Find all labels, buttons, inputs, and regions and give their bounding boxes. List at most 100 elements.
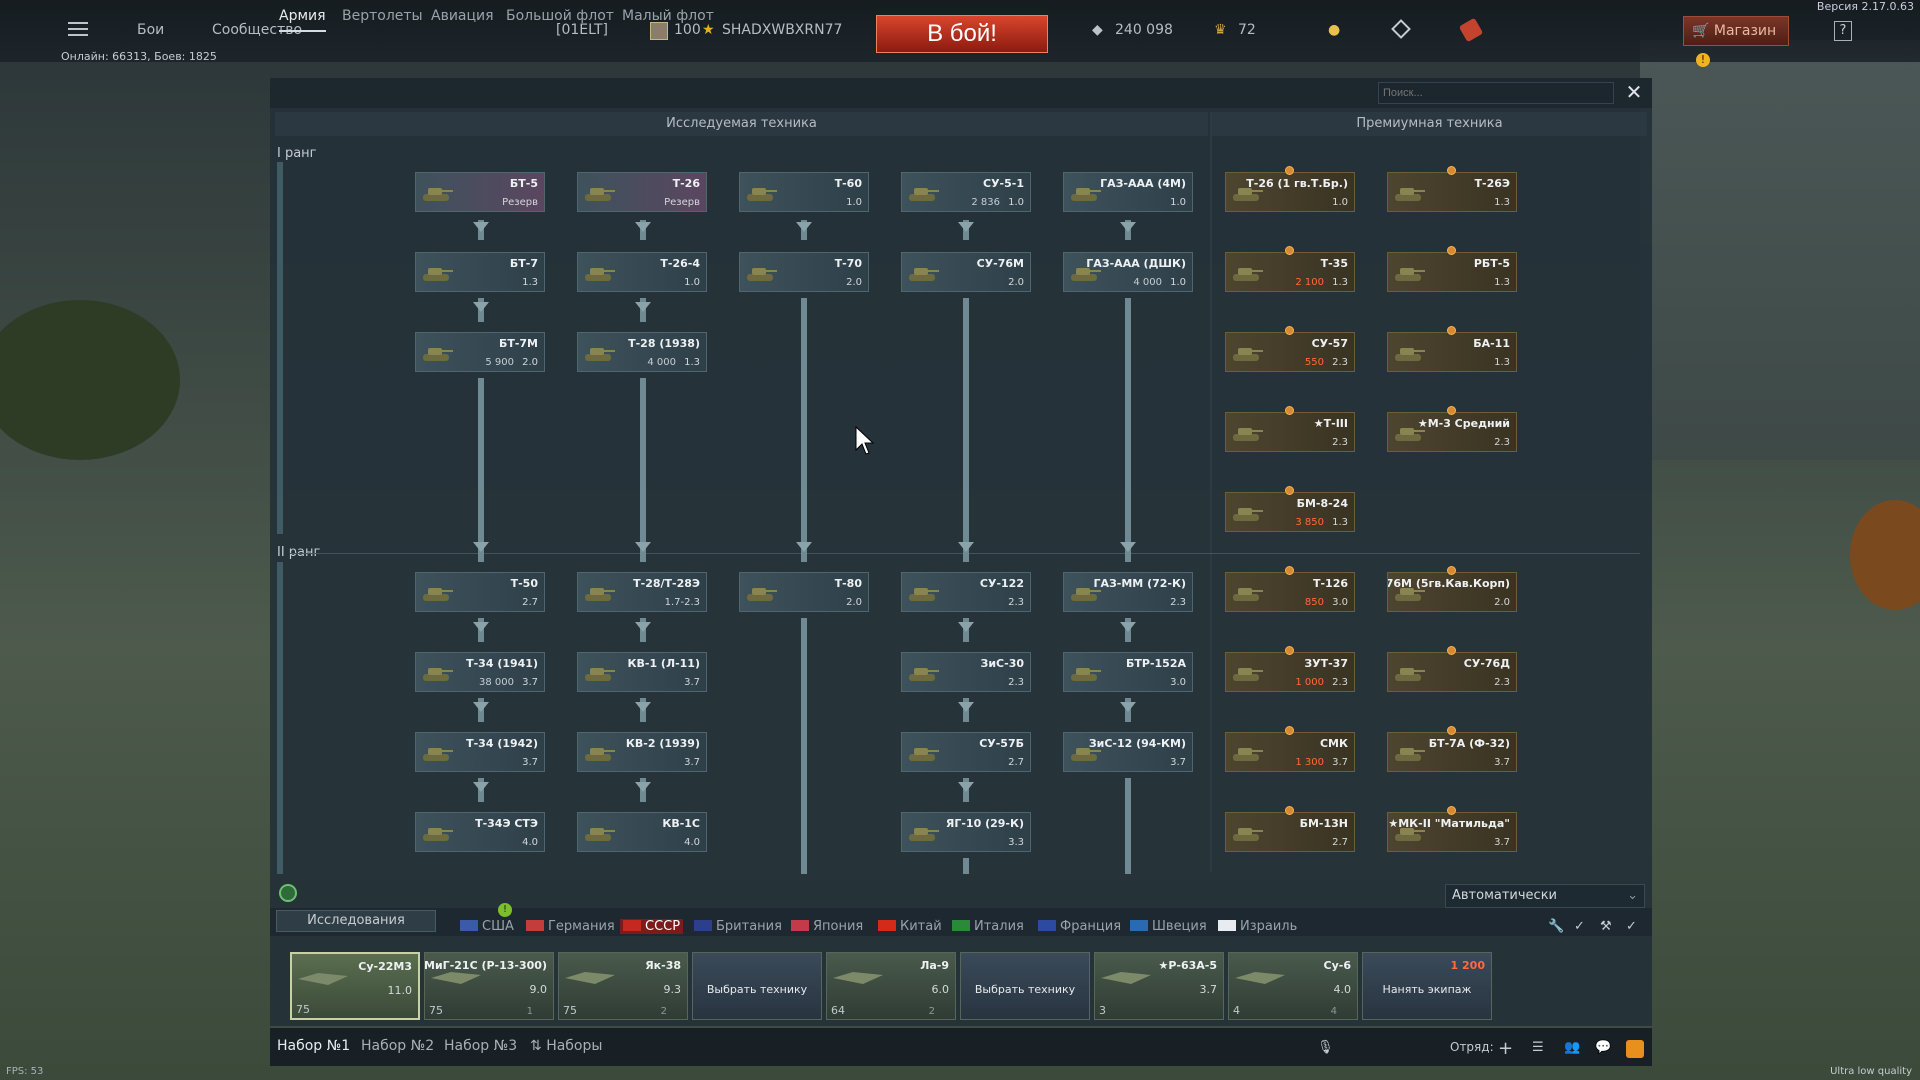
battles-menu[interactable]: Бои: [137, 22, 164, 38]
friends-icon[interactable]: 👥: [1564, 1040, 1582, 1058]
crew-slot[interactable]: Су-6 4.0 4 4: [1228, 952, 1358, 1020]
crew-action-slot[interactable]: Выбрать технику: [960, 952, 1090, 1020]
tab-aviation[interactable]: Авиация: [431, 8, 494, 24]
vehicle-card[interactable]: СУ-76М 2.0: [901, 252, 1031, 292]
vehicle-card[interactable]: БТ-7М 5 900 2.0: [415, 332, 545, 372]
mail-icon[interactable]: [1626, 1040, 1644, 1058]
vehicle-card[interactable]: Т-26 Резерв: [577, 172, 707, 212]
crew-slot[interactable]: Ла-9 6.0 64 2: [826, 952, 956, 1020]
vehicle-card[interactable]: ЯГ-10 (29-К) 3.3: [901, 812, 1031, 852]
vehicle-card[interactable]: Т-50 2.7: [415, 572, 545, 612]
gold-balance[interactable]: 72: [1238, 22, 1256, 38]
shield-icon[interactable]: [279, 884, 297, 902]
wrench-icon[interactable]: 🔧: [1548, 919, 1566, 937]
clan-tag[interactable]: [01ELT]: [556, 22, 608, 38]
premium-vehicle-card[interactable]: ЗУТ-37 1 000 2.3: [1225, 652, 1355, 692]
premium-vehicle-card[interactable]: СУ-76Д 2.3: [1387, 652, 1517, 692]
research-tab[interactable]: Исследования: [276, 910, 436, 932]
vehicle-card[interactable]: Т-34Э СТЭ 4.0: [415, 812, 545, 852]
username[interactable]: SHADXWBXRN77: [722, 22, 842, 38]
nation-tab[interactable]: Япония: [791, 919, 863, 934]
nation-tab[interactable]: СССР: [620, 919, 684, 934]
nation-tab[interactable]: Италия: [952, 919, 1024, 934]
crew-action-slot[interactable]: Нанять экипаж 1 200: [1362, 952, 1492, 1020]
chat-icon[interactable]: 💬: [1595, 1040, 1613, 1058]
silver-balance[interactable]: 240 098: [1115, 22, 1173, 38]
auto-select-dropdown[interactable]: Автоматически ⌄: [1445, 884, 1645, 908]
nation-tab[interactable]: Германия: [526, 919, 615, 934]
preset-2[interactable]: Набор №2: [361, 1038, 434, 1054]
vehicle-card[interactable]: Т-34 (1942) 3.7: [415, 732, 545, 772]
plus-icon[interactable]: +: [1498, 1038, 1516, 1059]
premium-vehicle-card[interactable]: ★Т-III 2.3: [1225, 412, 1355, 452]
vehicle-card[interactable]: ГАЗ-ААА (ДШК) 4 000 1.0: [1063, 252, 1193, 292]
vehicle-card[interactable]: КВ-1 (Л-11) 3.7: [577, 652, 707, 692]
check-icon[interactable]: ✓: [1574, 919, 1592, 937]
premium-vehicle-card[interactable]: БТ-7А (Ф-32) 3.7: [1387, 732, 1517, 772]
vehicle-card[interactable]: СУ-5-1 2 836 1.0: [901, 172, 1031, 212]
premium-vehicle-card[interactable]: СУ-57 550 2.3: [1225, 332, 1355, 372]
vehicle-card[interactable]: КВ-2 (1939) 3.7: [577, 732, 707, 772]
premium-vehicle-card[interactable]: Т-26Э 1.3: [1387, 172, 1517, 212]
preset-3[interactable]: Набор №3: [444, 1038, 517, 1054]
vehicle-card[interactable]: ЗиС-30 2.3: [901, 652, 1031, 692]
premium-vehicle-card[interactable]: БА-11 1.3: [1387, 332, 1517, 372]
vehicle-card[interactable]: Т-26-4 1.0: [577, 252, 707, 292]
crew-action-slot[interactable]: Выбрать технику: [692, 952, 822, 1020]
presets-button[interactable]: ⇅ Наборы: [530, 1038, 602, 1054]
vehicle-card[interactable]: Т-34 (1941) 38 000 3.7: [415, 652, 545, 692]
nation-tab[interactable]: Британия: [694, 919, 782, 934]
search-input[interactable]: [1378, 82, 1614, 104]
vehicle-card[interactable]: КВ-1С 4.0: [577, 812, 707, 852]
shop-button[interactable]: 🛒 Магазин !: [1683, 16, 1789, 67]
tab-army[interactable]: Армия: [279, 8, 326, 32]
close-icon[interactable]: ✕: [1624, 82, 1644, 102]
premium-vehicle-card[interactable]: ★МК-II "Матильда" 3.7: [1387, 812, 1517, 852]
vehicle-card[interactable]: ГАЗ-ААА (4М) 1.0: [1063, 172, 1193, 212]
menu-icon[interactable]: [68, 22, 88, 38]
tab-helicopters[interactable]: Вертолеты: [342, 8, 423, 24]
crew-slot[interactable]: Су-22М3 11.0 75: [290, 952, 420, 1020]
premium-vehicle-card[interactable]: РБТ-5 1.3: [1387, 252, 1517, 292]
nation-tab[interactable]: Китай: [878, 919, 942, 934]
vehicle-card[interactable]: Т-80 2.0: [739, 572, 869, 612]
premium-vehicle-card[interactable]: Т-35 2 100 1.3: [1225, 252, 1355, 292]
preset-1[interactable]: Набор №1: [277, 1038, 350, 1054]
repair-all-icon[interactable]: ⚒: [1600, 919, 1618, 937]
nation-tab[interactable]: Франция: [1038, 919, 1121, 934]
nation-tab[interactable]: США: [460, 919, 514, 934]
vehicle-card[interactable]: Т-60 1.0: [739, 172, 869, 212]
tab-coastal-fleet[interactable]: Малый флот: [622, 8, 714, 24]
vehicle-card[interactable]: Т-28 (1938) 4 000 1.3: [577, 332, 707, 372]
nation-tab[interactable]: Израиль: [1218, 919, 1297, 934]
vehicle-card[interactable]: ГАЗ-ММ (72-К) 2.3: [1063, 572, 1193, 612]
premium-vehicle-card[interactable]: Т-126 850 3.0: [1225, 572, 1355, 612]
vehicle-card[interactable]: СУ-57Б 2.7: [901, 732, 1031, 772]
crew-slot[interactable]: ★Р-63А-5 3.7 3: [1094, 952, 1224, 1020]
premium-vehicle-card[interactable]: БМ-13Н 2.7: [1225, 812, 1355, 852]
premium-vehicle-card[interactable]: СМК 1 300 3.7: [1225, 732, 1355, 772]
nation-tab[interactable]: Швеция: [1130, 919, 1207, 934]
premium-vehicle-card[interactable]: СУ-76М (5гв.Кав.Корп) 2.0: [1387, 572, 1517, 612]
check-all-icon[interactable]: ✓: [1626, 919, 1644, 937]
vehicle-card[interactable]: Т-28/Т-28Э 1.7-2.3: [577, 572, 707, 612]
microphone-icon[interactable]: 🎙: [1317, 1040, 1335, 1058]
vehicle-card[interactable]: БТ-5 Резерв: [415, 172, 545, 212]
crew-slot[interactable]: МиГ-21С (Р-13-300) 9.0 75 1: [424, 952, 554, 1020]
avatar[interactable]: [650, 22, 668, 40]
help-button[interactable]: ?: [1834, 21, 1852, 41]
to-battle-button[interactable]: В бой!: [876, 15, 1048, 53]
vehicle-card[interactable]: Т-70 2.0: [739, 252, 869, 292]
premium-vehicle-card[interactable]: БМ-8-24 3 850 1.3: [1225, 492, 1355, 532]
tab-bluewater-fleet[interactable]: Большой флот: [506, 8, 614, 24]
vehicle-card[interactable]: БТР-152А 3.0: [1063, 652, 1193, 692]
vehicle-card[interactable]: СУ-122 2.3: [901, 572, 1031, 612]
premium-vehicle-card[interactable]: Т-26 (1 гв.Т.Бр.) 1.0: [1225, 172, 1355, 212]
tank-icon: [582, 661, 616, 685]
vehicle-card[interactable]: ЗиС-12 (94-КМ) 3.7: [1063, 732, 1193, 772]
crew-slot[interactable]: Як-38 9.3 75 2: [558, 952, 688, 1020]
list-icon[interactable]: ☰: [1532, 1040, 1550, 1058]
premium-vehicle-card[interactable]: ★М-3 Средний 2.3: [1387, 412, 1517, 452]
vehicle-card[interactable]: БТ-7 1.3: [415, 252, 545, 292]
lightbulb-icon[interactable]: ●: [1328, 22, 1340, 38]
